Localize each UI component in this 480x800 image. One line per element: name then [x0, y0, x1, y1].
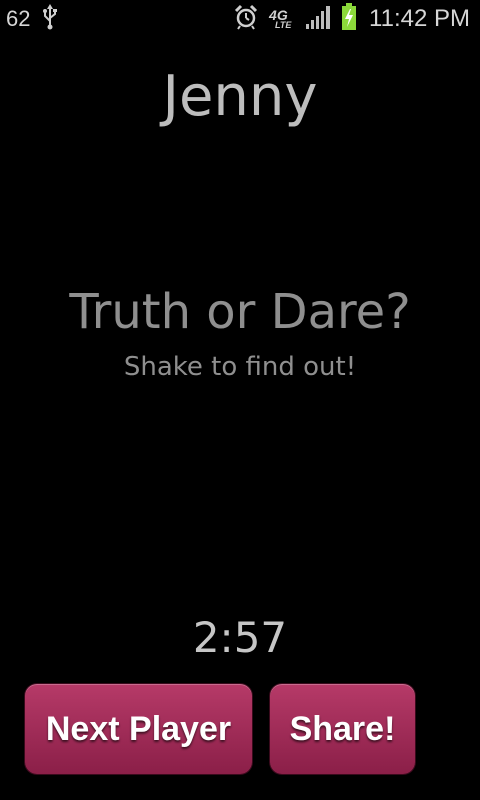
usb-icon — [42, 4, 58, 34]
share-button[interactable]: Share! — [270, 684, 415, 774]
network-4g-lte-icon: 4G LTE — [267, 5, 297, 33]
shake-instruction: Shake to find out! — [123, 352, 357, 382]
battery-charging-icon — [341, 3, 357, 35]
truth-or-dare-question: Truth or Dare? — [69, 284, 411, 340]
next-player-label: Next Player — [45, 709, 232, 748]
network-sublabel: LTE — [275, 20, 292, 30]
alarm-icon — [233, 4, 259, 34]
next-player-button[interactable]: Next Player — [25, 684, 252, 774]
notification-count: 62 — [6, 6, 31, 31]
player-name: Jenny — [162, 64, 318, 129]
status-clock: 11:42 PM — [369, 5, 470, 32]
signal-icon — [305, 4, 333, 34]
status-bar: 62 4G LTE 11:42 PM — [0, 0, 480, 38]
share-label: Share! — [289, 709, 396, 748]
countdown-timer: 2:57 — [192, 613, 288, 662]
